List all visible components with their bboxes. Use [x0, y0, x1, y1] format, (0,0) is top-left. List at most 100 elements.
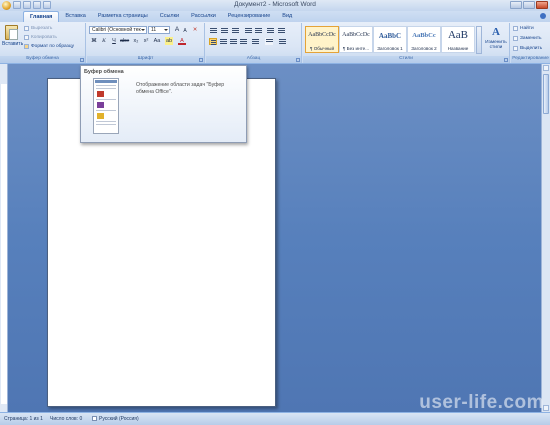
clipboard-icon	[4, 25, 18, 40]
close-button[interactable]	[536, 1, 548, 9]
increase-indent-icon[interactable]	[254, 27, 262, 34]
italic-button[interactable]: К	[100, 37, 108, 45]
maximize-button[interactable]	[523, 1, 535, 9]
language-label: Русский (Россия)	[99, 416, 139, 422]
style-name: ¶ Обычный	[309, 46, 335, 51]
title-bar: Документ2 - Microsoft Word	[0, 0, 550, 11]
select-label: Выделить	[520, 46, 543, 51]
font-group: Calibri (Основной тек 11 A A ✕ Ж К Ч abe…	[87, 23, 205, 63]
change-case-button[interactable]: Aa	[153, 37, 161, 45]
copy-icon	[24, 35, 29, 40]
cut-label: Вырезать	[31, 26, 53, 31]
page-count-status[interactable]: Страница: 1 из 1	[4, 416, 43, 422]
scroll-up-button[interactable]	[543, 65, 549, 71]
paste-button[interactable]: Вставить	[2, 25, 24, 55]
decrease-indent-icon[interactable]	[244, 27, 252, 34]
change-styles-label: Изменить стили	[485, 40, 507, 50]
numbering-icon[interactable]	[220, 27, 228, 34]
watermark: user-life.com	[419, 392, 544, 413]
style-sample: AaBbCcDc	[308, 32, 336, 38]
style-tile[interactable]: AaBbC Заголовок 1	[373, 26, 407, 53]
style-sample: AaBbCc	[412, 32, 436, 39]
style-tile[interactable]: AaBbCc Заголовок 2	[407, 26, 441, 53]
grow-font-button[interactable]: A	[173, 26, 181, 34]
copy-button[interactable]: Копировать	[24, 35, 57, 40]
tab-home[interactable]: Главная	[23, 11, 60, 22]
format-painter-button[interactable]: Формат по образцу	[24, 44, 74, 49]
word-count-status[interactable]: Число слов: 0	[50, 416, 82, 422]
borders-icon[interactable]	[278, 38, 286, 45]
strikethrough-button[interactable]: abe	[120, 37, 129, 45]
window-controls	[510, 1, 548, 9]
tab-view[interactable]: Вид	[276, 11, 298, 22]
clipboard-tooltip: Буфер обмена Отображение области задач "…	[80, 65, 247, 143]
style-name: ¶ Без инте...	[342, 46, 370, 51]
tab-insert[interactable]: Вставка	[59, 11, 91, 22]
cut-button[interactable]: Вырезать	[24, 26, 52, 31]
styles-group: AaBbCcDc ¶ Обычный AaBbCcDc ¶ Без инте..…	[303, 23, 510, 63]
highlight-icon[interactable]: ab	[165, 37, 173, 45]
underline-button[interactable]: Ч	[110, 37, 118, 45]
bold-button[interactable]: Ж	[90, 37, 98, 45]
styles-group-label: Стили	[303, 56, 509, 63]
help-icon[interactable]	[540, 13, 546, 19]
align-right-icon[interactable]	[229, 38, 237, 45]
pilcrow-icon[interactable]	[277, 27, 285, 34]
paste-label: Вставить	[2, 41, 24, 47]
line-spacing-icon[interactable]	[251, 38, 259, 45]
paragraph-group: Абзац	[206, 23, 302, 63]
select-button[interactable]: Выделить	[513, 46, 542, 51]
cursor-icon	[513, 46, 518, 51]
scrollbar-thumb[interactable]	[543, 74, 549, 114]
styles-gallery-scroll[interactable]	[476, 26, 482, 54]
bullets-icon[interactable]	[209, 27, 217, 34]
font-color-icon[interactable]: A	[178, 37, 186, 45]
align-center-icon[interactable]	[219, 38, 227, 45]
tab-review[interactable]: Рецензирование	[222, 11, 276, 22]
style-tile[interactable]: AaBbCcDc ¶ Обычный	[305, 26, 339, 53]
paragraph-launcher-button[interactable]	[296, 58, 300, 62]
window-title: Документ2 - Microsoft Word	[234, 1, 316, 8]
font-launcher-button[interactable]	[199, 58, 203, 62]
ribbon: Вставить Вырезать Копировать Формат по о…	[0, 22, 550, 64]
superscript-button[interactable]: x²	[142, 37, 150, 45]
copy-label: Копировать	[31, 35, 57, 40]
font-name-combobox[interactable]: Calibri (Основной тек	[89, 26, 147, 34]
replace-button[interactable]: Заменить	[513, 36, 542, 41]
change-styles-button[interactable]: A Изменить стили	[485, 26, 507, 50]
style-tile[interactable]: АаВ Название	[441, 26, 475, 53]
styles-launcher-button[interactable]	[504, 58, 508, 62]
clipboard-group-label: Буфер обмена	[0, 56, 85, 63]
multilevel-list-icon[interactable]	[231, 27, 239, 34]
clear-formatting-icon[interactable]: ✕	[191, 26, 199, 34]
replace-label: Заменить	[520, 36, 542, 41]
find-button[interactable]: Найти	[513, 26, 534, 31]
paragraph-group-label: Абзац	[206, 56, 301, 63]
editing-group-label: Редактирование	[511, 56, 550, 63]
subscript-button[interactable]: x₂	[132, 37, 140, 45]
minimize-button[interactable]	[510, 1, 522, 9]
shrink-font-button[interactable]: A	[181, 27, 189, 35]
proofing-icon	[92, 416, 97, 422]
tab-mailings[interactable]: Рассылки	[185, 11, 222, 22]
tab-references[interactable]: Ссылки	[154, 11, 185, 22]
justify-icon[interactable]	[239, 38, 247, 45]
ruler-page-area	[1, 84, 7, 404]
clipboard-launcher-button[interactable]	[80, 58, 84, 62]
font-size-combobox[interactable]: 11	[148, 26, 170, 34]
brush-icon	[24, 44, 29, 49]
tab-page-layout[interactable]: Разметка страницы	[92, 11, 154, 22]
vertical-ruler	[0, 64, 8, 412]
sort-icon[interactable]	[266, 27, 274, 34]
style-tile[interactable]: AaBbCcDc ¶ Без инте...	[339, 26, 373, 53]
style-name: Заголовок 2	[411, 46, 437, 51]
change-styles-icon: A	[492, 26, 500, 38]
clipboard-pane-preview-image	[93, 78, 119, 134]
shading-icon[interactable]	[265, 38, 273, 45]
find-label: Найти	[520, 26, 534, 31]
vertical-scrollbar[interactable]	[541, 64, 550, 412]
language-status[interactable]: Русский (Россия)	[92, 416, 139, 422]
chevron-down-icon	[141, 29, 145, 31]
align-left-icon[interactable]	[209, 38, 217, 45]
font-name-value: Calibri (Основной тек	[92, 27, 141, 33]
